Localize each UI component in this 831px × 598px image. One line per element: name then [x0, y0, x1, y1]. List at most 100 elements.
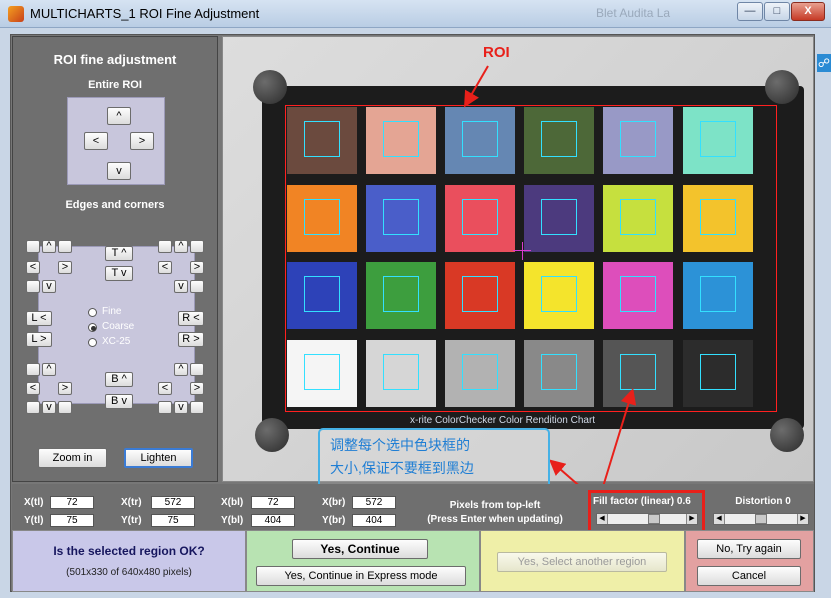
callout-line: 大小,保证不要框到黑边: [330, 460, 474, 476]
entire-roi-label: Entire ROI: [88, 79, 142, 91]
callout-text: 调整每个选中色块框的 大小,保证不要框到黑边: [330, 434, 540, 480]
slider-left-arrow[interactable]: ◀: [597, 514, 608, 524]
radio-fine-label: Fine: [102, 306, 122, 317]
background-window-title: Blet Audita La: [596, 6, 671, 20]
top-up-button[interactable]: T ^: [105, 246, 133, 261]
edges-corners-label: Edges and corners: [65, 199, 165, 211]
y-tl-label: Y(tl): [24, 515, 44, 526]
bl-corner-blank[interactable]: [26, 363, 40, 376]
slider-left-arrow[interactable]: ◀: [714, 514, 725, 524]
y-br-label: Y(br): [322, 515, 346, 526]
br-corner-blank[interactable]: [190, 363, 204, 376]
tl-corner-up-button[interactable]: ^: [42, 240, 56, 253]
y-tl-field[interactable]: 75: [50, 514, 94, 527]
br-corner-up-button[interactable]: ^: [174, 363, 188, 376]
bl-corner-down-button[interactable]: v: [42, 401, 56, 414]
close-button[interactable]: X: [791, 2, 825, 21]
br-corner-down-button[interactable]: v: [174, 401, 188, 414]
fill-factor-slider[interactable]: ◀ ▶: [596, 513, 698, 525]
select-another-region-button[interactable]: Yes, Select another region: [497, 552, 667, 572]
yes-continue-button[interactable]: Yes, Continue: [292, 539, 428, 559]
x-bl-label: X(bl): [221, 497, 244, 508]
y-bl-label: Y(bl): [221, 515, 244, 526]
move-down-button[interactable]: v: [107, 162, 131, 180]
slider-right-arrow[interactable]: ▶: [686, 514, 697, 524]
distortion-label: Distortion 0: [735, 496, 791, 507]
tl-corner-down-button[interactable]: v: [42, 280, 56, 293]
y-tr-field[interactable]: 75: [151, 514, 195, 527]
slider-thumb[interactable]: [755, 514, 767, 524]
bottom-down-button[interactable]: B v: [105, 394, 133, 409]
tl-corner-right-arrow[interactable]: >: [58, 261, 72, 274]
y-bl-field[interactable]: 404: [251, 514, 295, 527]
bottom-up-button[interactable]: B ^: [105, 372, 133, 387]
x-tl-label: X(tl): [24, 497, 44, 508]
x-tl-field[interactable]: 72: [50, 496, 94, 509]
pixels-note: Pixels from top-left: [449, 500, 541, 511]
left-right-button[interactable]: L >: [26, 332, 52, 347]
maximize-button[interactable]: □: [764, 2, 790, 21]
tr-corner-blank[interactable]: [190, 280, 204, 293]
tl-corner-left-arrow[interactable]: <: [26, 261, 40, 274]
lighten-button[interactable]: Lighten: [124, 448, 193, 468]
bl-corner-right-arrow[interactable]: >: [58, 382, 72, 395]
chart-knob: [255, 418, 289, 452]
tr-corner-right-arrow[interactable]: >: [190, 261, 204, 274]
fill-factor-label: Fill factor (linear) 0.6: [593, 496, 691, 507]
radio-fine[interactable]: [88, 308, 97, 317]
distortion-slider[interactable]: ◀ ▶: [713, 513, 809, 525]
link-icon[interactable]: ☍: [817, 54, 831, 72]
move-right-button[interactable]: >: [130, 132, 154, 150]
bl-corner-left-arrow[interactable]: <: [26, 382, 40, 395]
app-icon: [8, 6, 24, 22]
move-up-button[interactable]: ^: [107, 107, 131, 125]
radio-xc25[interactable]: [88, 338, 97, 347]
x-tr-label: X(tr): [121, 497, 142, 508]
right-right-button[interactable]: R >: [178, 332, 204, 347]
region-question: Is the selected region OK?: [53, 544, 205, 558]
bl-corner-left-button[interactable]: [26, 401, 40, 414]
br-corner-left-button[interactable]: [158, 401, 172, 414]
tl-corner-blank[interactable]: [26, 280, 40, 293]
minimize-button[interactable]: —: [737, 2, 763, 21]
x-bl-field[interactable]: 72: [251, 496, 295, 509]
right-left-button[interactable]: R <: [178, 311, 204, 326]
region-size-info: (501x330 of 640x480 pixels): [66, 567, 192, 578]
roi-outline[interactable]: [285, 105, 777, 412]
region-question-panel: [12, 530, 246, 592]
radio-coarse[interactable]: [88, 323, 97, 332]
radio-coarse-label: Coarse: [102, 321, 135, 332]
center-crosshair: [522, 242, 523, 260]
br-corner-right-arrow[interactable]: >: [190, 382, 204, 395]
tr-corner-right-button[interactable]: [190, 240, 204, 253]
bl-corner-up-button[interactable]: ^: [42, 363, 56, 376]
tr-corner-left-button[interactable]: [158, 240, 172, 253]
window-title: MULTICHARTS_1 ROI Fine Adjustment: [30, 6, 260, 21]
tr-corner-left-arrow[interactable]: <: [158, 261, 172, 274]
slider-right-arrow[interactable]: ▶: [797, 514, 808, 524]
continue-express-button[interactable]: Yes, Continue in Express mode: [256, 566, 466, 586]
x-br-field[interactable]: 572: [352, 496, 396, 509]
chart-caption: x-rite ColorChecker Color Rendition Char…: [410, 415, 596, 426]
x-tr-field[interactable]: 572: [151, 496, 195, 509]
tl-corner-left-button[interactable]: [26, 240, 40, 253]
slider-thumb[interactable]: [647, 514, 660, 524]
tr-corner-up-button[interactable]: ^: [174, 240, 188, 253]
tl-corner-right-button[interactable]: [58, 240, 72, 253]
radio-xc25-label: XC-25: [102, 336, 131, 347]
chart-knob: [253, 70, 287, 104]
tr-corner-down-button[interactable]: v: [174, 280, 188, 293]
top-down-button[interactable]: T v: [105, 266, 133, 281]
y-br-field[interactable]: 404: [352, 514, 396, 527]
move-left-button[interactable]: <: [84, 132, 108, 150]
roi-annotation: ROI: [483, 44, 510, 61]
br-corner-right-button[interactable]: [190, 401, 204, 414]
x-br-label: X(br): [322, 497, 346, 508]
left-left-button[interactable]: L <: [26, 311, 52, 326]
cancel-button[interactable]: Cancel: [697, 566, 801, 586]
br-corner-left-arrow[interactable]: <: [158, 382, 172, 395]
try-again-button[interactable]: No, Try again: [697, 539, 801, 559]
bl-corner-right-button[interactable]: [58, 401, 72, 414]
panel-heading: ROI fine adjustment: [53, 52, 177, 67]
zoom-in-button[interactable]: Zoom in: [38, 448, 107, 468]
